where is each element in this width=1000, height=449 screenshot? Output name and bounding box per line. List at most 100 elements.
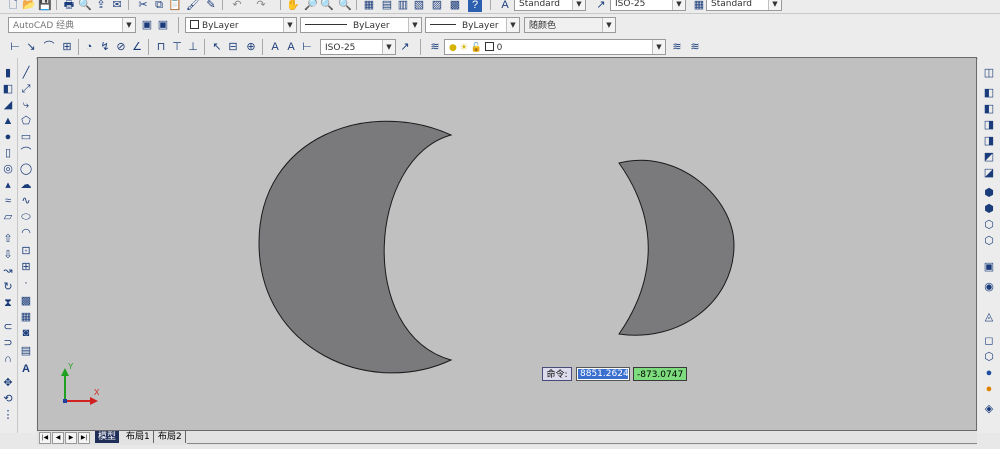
extrude-icon[interactable]: ⇧ [1,232,15,246]
2d-wireframe-icon[interactable]: ◬ [982,310,996,324]
match-properties-icon[interactable]: 🖌 [186,0,200,12]
region-icon[interactable]: ◙ [19,326,33,340]
dim-style-select[interactable]: ISO-25 ▼ [610,0,686,11]
intersect-icon[interactable]: ∩ [1,352,15,366]
quick-dimension-icon[interactable]: ⊓ [154,40,168,54]
dynamic-input-y-field[interactable]: -873.0747 [633,367,687,381]
chevron-down-icon[interactable]: ▼ [602,18,615,32]
box-icon[interactable]: ◧ [1,82,15,96]
tool-palettes-icon[interactable]: ▥ [396,0,410,12]
sheet-set-icon[interactable]: ▧ [412,0,426,12]
drawing-canvas[interactable]: Y X 命令: 8851.2624 -873.0747 [37,57,977,431]
continue-icon[interactable]: ⊥ [186,40,200,54]
dimension-text-edit-icon[interactable]: A [284,40,298,54]
undo-icon[interactable]: ↶ [230,0,244,12]
zoom-realtime-icon[interactable]: 🔎 [304,0,318,12]
properties-icon[interactable]: ▦ [362,0,376,12]
zoom-window-icon[interactable]: 🔍 [320,0,334,12]
ellipse-icon[interactable]: ⬭ [19,210,33,224]
leader-icon[interactable]: ↖ [210,40,224,54]
3d-move-icon[interactable]: ✥ [1,376,15,390]
multiline-text-icon[interactable]: A [19,362,33,376]
cylinder-icon[interactable]: ▯ [1,146,15,160]
ne-iso-icon[interactable]: ⬡ [982,218,996,232]
3d-orbit-icon[interactable]: ◫ [982,66,996,80]
point-icon[interactable]: · [19,276,33,290]
zoom-previous-icon[interactable]: 🔍 [338,0,352,12]
sphere-icon[interactable]: ● [1,130,15,144]
help-icon[interactable]: ? [468,0,482,12]
plotstyle-select[interactable]: 随颜色 ▼ [524,17,616,33]
ellipse-arc-icon[interactable]: ◠ [19,226,33,240]
radius-icon[interactable]: ◔ [82,40,96,54]
dynamic-input-x-field[interactable]: 8851.2624 [576,367,630,381]
sw-iso-icon[interactable]: ⬢ [982,186,996,200]
front-view-icon[interactable]: ◩ [982,150,996,164]
linetype-select[interactable]: ByLayer ▼ [300,17,422,33]
nw-iso-icon[interactable]: ⬡ [982,234,996,248]
open-folder-icon[interactable]: 📂 [22,0,36,12]
dimension-style-select[interactable]: ISO-25 ▼ [320,39,396,55]
cone-icon[interactable]: ▲ [1,114,15,128]
table-icon[interactable]: ▤ [19,344,33,358]
subtract-icon[interactable]: ⊃ [1,336,15,350]
text-style-select[interactable]: Standard ▼ [514,0,586,11]
conceptual-icon[interactable]: ● [982,382,996,396]
make-block-icon[interactable]: ⊞ [19,260,33,274]
tolerance-icon[interactable]: ⊟ [226,40,240,54]
ordinate-icon[interactable]: ⊞ [60,40,74,54]
cut-icon[interactable]: ✂ [136,0,150,12]
aligned-dimension-icon[interactable]: ↘ [24,40,38,54]
calculator-icon[interactable]: ▩ [448,0,462,12]
dimension-style-icon[interactable]: ↗ [398,40,412,54]
3d-hidden-icon[interactable]: ⬡ [982,350,996,364]
planar-surface-icon[interactable]: ▱ [1,210,15,224]
copy-icon[interactable]: ⧉ [152,0,166,12]
se-iso-icon[interactable]: ⬢ [982,202,996,216]
make-object-layer-current-icon[interactable]: ≋ [670,40,684,54]
color-select[interactable]: ByLayer ▼ [185,17,297,33]
tab-layout1[interactable]: 布局1 [123,431,154,443]
pan-icon[interactable]: ✋ [286,0,300,12]
last-tab-icon[interactable]: ▶| [78,432,90,444]
wedge-icon[interactable]: ◢ [1,98,15,112]
line-icon[interactable]: ╱ [19,66,33,80]
bottom-view-icon[interactable]: ◧ [982,102,996,116]
jogged-icon[interactable]: ↯ [98,40,112,54]
workspace-settings-icon[interactable]: ▣ [140,18,154,32]
markup-icon[interactable]: ▨ [430,0,444,12]
arc-icon[interactable]: ⌒ [19,146,33,160]
gradient-icon[interactable]: ▦ [19,310,33,324]
camera-icon[interactable]: ▣ [982,260,996,274]
back-view-icon[interactable]: ◪ [982,166,996,180]
previous-tab-icon[interactable]: ◀ [52,432,64,444]
small-crescent-shape[interactable] [618,159,735,336]
layer-select[interactable]: ● ☀ 🔓 0 ▼ [444,39,666,55]
tab-layout2[interactable]: 布局2 [155,431,186,443]
union-icon[interactable]: ⊂ [1,320,15,334]
polygon-icon[interactable]: ⬠ [19,114,33,128]
revision-cloud-icon[interactable]: ☁ [19,178,33,192]
loft-icon[interactable]: ⧗ [1,296,15,310]
construction-line-icon[interactable]: ⤢ [19,82,33,96]
workspace-select[interactable]: AutoCAD 经典 ▼ [8,17,136,33]
angular-icon[interactable]: ∠ [130,40,144,54]
chevron-down-icon[interactable]: ▼ [122,18,135,32]
chevron-down-icon[interactable]: ▼ [382,40,395,54]
save-workspace-icon[interactable]: ▣ [156,18,170,32]
manage-visual-styles-icon[interactable]: ◈ [982,402,996,416]
3d-rotate-icon[interactable]: ⟲ [1,392,15,406]
3d-align-icon[interactable]: ⋮ [1,408,15,422]
pyramid-icon[interactable]: ▴ [1,178,15,192]
block-editor-icon[interactable]: ✎ [204,0,218,12]
rectangle-icon[interactable]: ▭ [19,130,33,144]
paste-icon[interactable]: 📋 [168,0,182,12]
lineweight-select[interactable]: ByLayer ▼ [425,17,520,33]
tab-model[interactable]: 模型 [95,431,120,443]
realistic-icon[interactable]: ● [982,366,996,380]
revolve-icon[interactable]: ↻ [1,280,15,294]
chevron-down-icon[interactable]: ▼ [408,18,421,32]
polysolid-icon[interactable]: ▮ [1,66,15,80]
arc-length-icon[interactable]: ⌒ [42,40,56,54]
torus-icon[interactable]: ◎ [1,162,15,176]
